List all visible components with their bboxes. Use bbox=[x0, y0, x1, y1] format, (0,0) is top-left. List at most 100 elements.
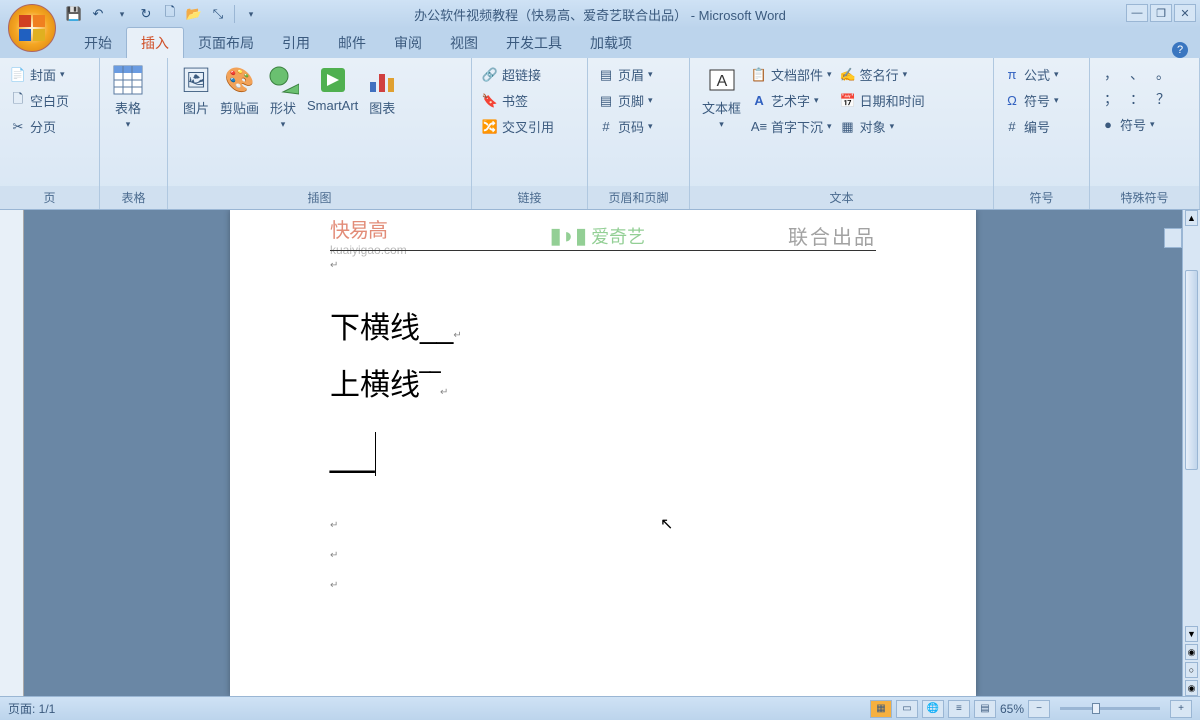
datetime-icon: 📅 bbox=[840, 93, 856, 109]
chart-button[interactable]: 图表 bbox=[362, 62, 402, 119]
qat-customize-dropdown[interactable]: ▾ bbox=[241, 4, 261, 24]
hyperlink-button[interactable]: 🔗超链接 bbox=[480, 62, 556, 87]
save-icon[interactable]: 💾 bbox=[64, 4, 84, 24]
tab-references[interactable]: 引用 bbox=[268, 28, 324, 58]
smartart-button[interactable]: SmartArt bbox=[303, 62, 362, 115]
outline-view[interactable]: ≡ bbox=[948, 700, 970, 718]
quickparts-button[interactable]: 📋文档部件▾ bbox=[749, 62, 834, 87]
crossref-button[interactable]: 🔀交叉引用 bbox=[480, 114, 556, 139]
page-status[interactable]: 页面: 1/1 bbox=[8, 700, 55, 717]
zoom-thumb[interactable] bbox=[1092, 703, 1100, 714]
header-icon: ▤ bbox=[598, 67, 614, 83]
special-symbol-button[interactable]: ●符号▾ bbox=[1098, 112, 1176, 137]
dropcap-button[interactable]: A≡首字下沉▾ bbox=[749, 114, 834, 139]
vertical-ruler[interactable] bbox=[0, 210, 24, 696]
web-layout-view[interactable]: 🌐 bbox=[922, 700, 944, 718]
close-button[interactable]: ✕ bbox=[1174, 4, 1196, 22]
ruler-toggle[interactable] bbox=[1164, 228, 1182, 248]
zoom-in-button[interactable]: + bbox=[1170, 700, 1192, 718]
wordart-button[interactable]: A艺术字▾ bbox=[749, 88, 834, 113]
special-symbol-icon: ● bbox=[1100, 117, 1116, 133]
datetime-button[interactable]: 📅日期和时间 bbox=[838, 88, 927, 113]
help-icon[interactable]: ? bbox=[1172, 42, 1188, 58]
group-symbols-label: 符号 bbox=[994, 186, 1089, 209]
print-layout-view[interactable]: ▦ bbox=[870, 700, 892, 718]
sym-enumcomma[interactable]: 、 bbox=[1130, 64, 1144, 84]
equation-button[interactable]: π公式▾ bbox=[1002, 62, 1061, 87]
tab-addins[interactable]: 加载项 bbox=[576, 28, 646, 58]
page-break-button[interactable]: ✂分页 bbox=[8, 114, 71, 139]
tab-home[interactable]: 开始 bbox=[70, 28, 126, 58]
scroll-thumb[interactable] bbox=[1185, 270, 1198, 470]
group-pages-label: 页 bbox=[0, 186, 99, 209]
signature-button[interactable]: ✍签名行▾ bbox=[838, 62, 927, 87]
sym-colon[interactable]: ： bbox=[1130, 89, 1144, 109]
document-viewport[interactable]: 快易高kuaiyigao.com ▮◗▮爱奇艺 联合出品 ↵ 下横线__↵ 上横… bbox=[24, 210, 1182, 696]
paragraph-mark: ↵ bbox=[330, 260, 338, 271]
symbol-button[interactable]: Ω符号▾ bbox=[1002, 88, 1061, 113]
textbox-icon: A bbox=[706, 64, 738, 96]
scroll-up-button[interactable]: ▲ bbox=[1185, 210, 1198, 226]
number-button[interactable]: #编号 bbox=[1002, 114, 1061, 139]
sym-question[interactable]: ？ bbox=[1156, 89, 1170, 109]
next-page-button[interactable]: ◉ bbox=[1185, 680, 1198, 696]
group-links-label: 链接 bbox=[472, 186, 587, 209]
group-text-label: 文本 bbox=[690, 186, 993, 209]
clipart-icon: 🎨 bbox=[224, 64, 256, 96]
header-separator bbox=[330, 250, 876, 251]
table-button[interactable]: 表格▾ bbox=[108, 62, 148, 132]
chart-icon bbox=[366, 64, 398, 96]
page-break-icon: ✂ bbox=[10, 119, 26, 135]
header-button[interactable]: ▤页眉▾ bbox=[596, 62, 655, 87]
tab-developer[interactable]: 开发工具 bbox=[492, 28, 576, 58]
sym-period[interactable]: 。 bbox=[1156, 64, 1170, 84]
group-tables-label: 表格 bbox=[100, 186, 167, 209]
select-tool-icon[interactable]: ⤡ bbox=[208, 4, 228, 24]
mouse-cursor: ↖ bbox=[660, 514, 673, 534]
vertical-scrollbar[interactable]: ▲ ▼ ◉ ○ ◉ bbox=[1182, 210, 1200, 696]
blank-page-button[interactable]: 🗋空白页 bbox=[8, 88, 71, 113]
group-illustrations-label: 插图 bbox=[168, 186, 471, 209]
tab-mailings[interactable]: 邮件 bbox=[324, 28, 380, 58]
fullscreen-view[interactable]: ▭ bbox=[896, 700, 918, 718]
tab-insert[interactable]: 插入 bbox=[126, 27, 184, 58]
document-body[interactable]: 下横线__↵ 上横线‾‾↵ __ ↵ ↵ ↵ bbox=[330, 300, 876, 580]
undo-icon[interactable]: ↶ bbox=[88, 4, 108, 24]
signature-icon: ✍ bbox=[840, 67, 856, 83]
document-page[interactable]: 快易高kuaiyigao.com ▮◗▮爱奇艺 联合出品 ↵ 下横线__↵ 上横… bbox=[230, 210, 976, 696]
zoom-slider[interactable] bbox=[1060, 707, 1160, 710]
new-doc-icon[interactable]: 🗋 bbox=[160, 4, 180, 24]
cover-icon: 📄 bbox=[10, 67, 26, 83]
pagenum-button[interactable]: #页码▾ bbox=[596, 114, 655, 139]
shapes-icon bbox=[267, 64, 299, 96]
sym-semicolon[interactable]: ； bbox=[1104, 89, 1118, 109]
redo-icon[interactable]: ↻ bbox=[136, 4, 156, 24]
tab-view[interactable]: 视图 bbox=[436, 28, 492, 58]
footer-icon: ▤ bbox=[598, 93, 614, 109]
svg-text:A: A bbox=[716, 73, 727, 90]
office-button[interactable] bbox=[8, 4, 56, 52]
hyperlink-icon: 🔗 bbox=[482, 67, 498, 83]
zoom-level[interactable]: 65% bbox=[1000, 702, 1024, 716]
tab-review[interactable]: 审阅 bbox=[380, 28, 436, 58]
undo-dropdown[interactable]: ▾ bbox=[112, 4, 132, 24]
shapes-button[interactable]: 形状▾ bbox=[263, 62, 303, 132]
clipart-button[interactable]: 🎨剪贴画 bbox=[216, 62, 263, 119]
open-icon[interactable]: 📂 bbox=[184, 4, 204, 24]
symbol-icon: Ω bbox=[1004, 93, 1020, 109]
minimize-button[interactable]: — bbox=[1126, 4, 1148, 22]
prev-page-button[interactable]: ◉ bbox=[1185, 644, 1198, 660]
restore-button[interactable]: ❐ bbox=[1150, 4, 1172, 22]
footer-button[interactable]: ▤页脚▾ bbox=[596, 88, 655, 113]
sym-comma[interactable]: ， bbox=[1104, 64, 1118, 84]
textbox-button[interactable]: A文本框▾ bbox=[698, 62, 745, 132]
picture-button[interactable]: 🖼图片 bbox=[176, 62, 216, 119]
object-button[interactable]: ▦对象▾ bbox=[838, 114, 927, 139]
tab-pagelayout[interactable]: 页面布局 bbox=[184, 28, 268, 58]
draft-view[interactable]: ▤ bbox=[974, 700, 996, 718]
browse-object-button[interactable]: ○ bbox=[1185, 662, 1198, 678]
scroll-down-button[interactable]: ▼ bbox=[1185, 626, 1198, 642]
bookmark-button[interactable]: 🔖书签 bbox=[480, 88, 556, 113]
cover-page-button[interactable]: 📄封面▾ bbox=[8, 62, 71, 87]
zoom-out-button[interactable]: − bbox=[1028, 700, 1050, 718]
